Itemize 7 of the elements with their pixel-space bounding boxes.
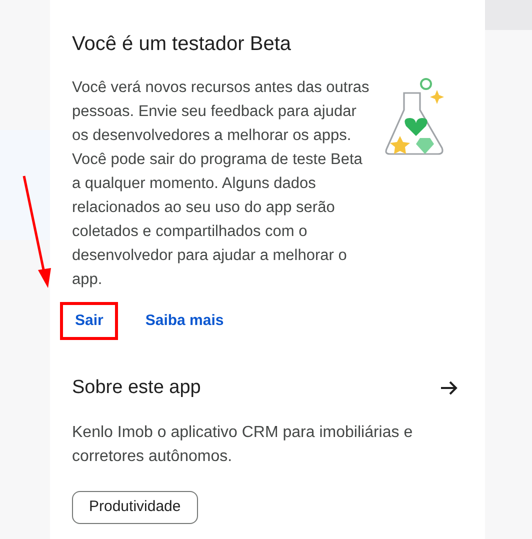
text-link-button[interactable]: Saiba mais xyxy=(130,302,239,340)
beta-title: Você é um testador Beta xyxy=(72,32,292,57)
category-chip[interactable]: Produtividade xyxy=(72,490,198,524)
about-description: Kenlo Imob o aplicativo CRM para imobiliárias e corretores autônomos. xyxy=(72,422,414,466)
about-title: Sobre este app xyxy=(72,376,201,400)
beta-description: Você verá novos recursos antes das outras pessoas. Envie seu feedback para ajudar os desenvolvedores a melhorar os apps. Você pode sair do programa de teste Beta a qualquer momento. Alguns dados relacionados ao seu uso do app serão coletados e compartilhados com o desenvolvedor para ajudar a melhorar o app. xyxy=(72,78,370,290)
text-link-button[interactable]: Sair xyxy=(60,302,118,340)
